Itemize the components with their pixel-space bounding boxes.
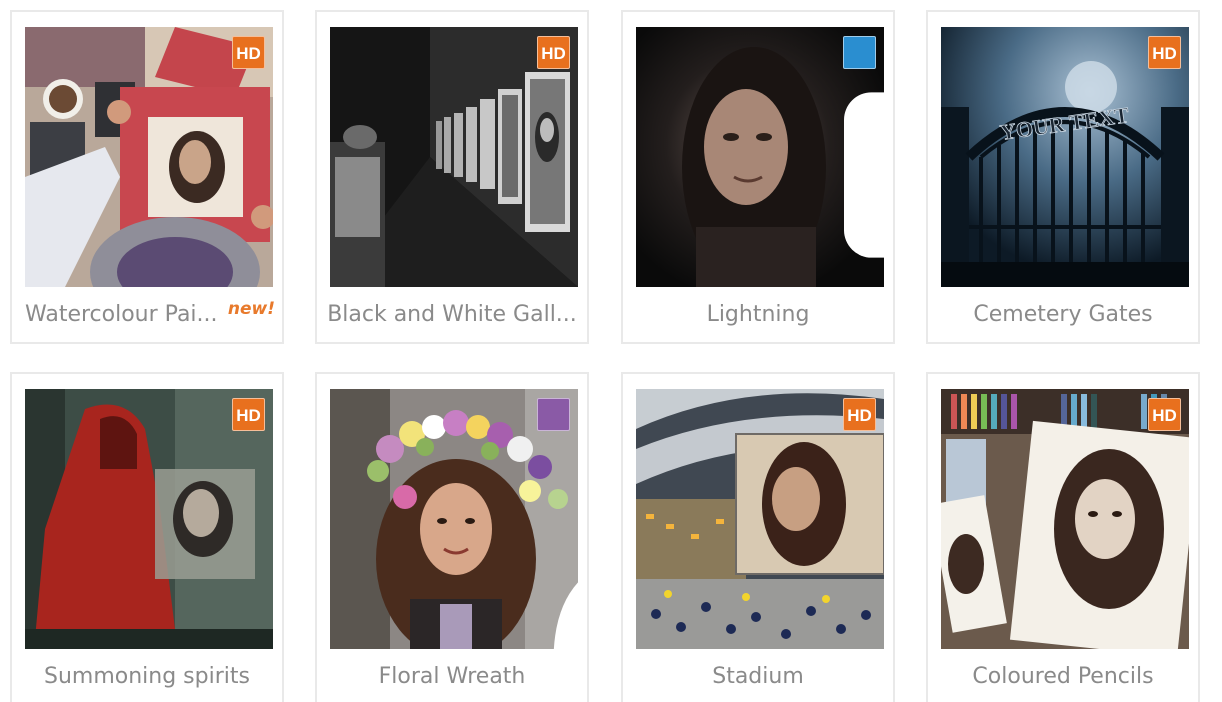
effect-title[interactable]: Summoning spirits (12, 655, 282, 699)
hd-badge: HD (232, 398, 265, 431)
effect-thumbnail[interactable]: HD (941, 389, 1189, 649)
effect-title[interactable]: Cemetery Gates (928, 293, 1198, 337)
effect-card-summoning-spirits[interactable]: HD Summoning spirits (10, 372, 284, 702)
effect-title[interactable]: Floral Wreath (317, 655, 587, 699)
effect-title[interactable]: Coloured Pencils (928, 655, 1198, 699)
hd-badge: HD (537, 36, 570, 69)
video-badge (843, 36, 884, 258)
effect-thumbnail[interactable]: HD (25, 27, 273, 287)
effect-thumbnail[interactable] (330, 389, 578, 649)
portrait-badge (537, 398, 578, 649)
effect-card-black-and-white-gallery[interactable]: HD Black and White Gall... (315, 10, 589, 344)
effects-gallery-grid: HD Watercolour Pai... new! HD Black and … (0, 0, 1222, 702)
effect-thumbnail[interactable]: HD (330, 27, 578, 287)
effect-card-stadium[interactable]: HD Stadium (621, 372, 895, 702)
hd-badge: HD (1148, 398, 1181, 431)
hd-badge: HD (843, 398, 876, 431)
effect-title[interactable]: Stadium (623, 655, 893, 699)
new-tag: new! (227, 299, 275, 319)
hd-badge: HD (1148, 36, 1181, 69)
effect-card-lightning[interactable]: Lightning (621, 10, 895, 344)
effect-thumbnail[interactable]: HD (636, 389, 884, 649)
effect-card-cemetery-gates[interactable]: YOUR TEXT HD Cemetery Gates (926, 10, 1200, 344)
effect-card-watercolour[interactable]: HD Watercolour Pai... new! (10, 10, 284, 344)
video-camera-icon (844, 92, 884, 258)
effect-thumbnail[interactable] (636, 27, 884, 287)
person-icon (553, 582, 578, 649)
effect-card-floral-wreath[interactable]: Floral Wreath (315, 372, 589, 702)
effect-title[interactable]: Lightning (623, 293, 893, 337)
effect-card-coloured-pencils[interactable]: HD Coloured Pencils (926, 372, 1200, 702)
effect-thumbnail[interactable]: YOUR TEXT HD (941, 27, 1189, 287)
effect-title[interactable]: Black and White Gall... (317, 293, 587, 337)
effect-thumbnail[interactable]: HD (25, 389, 273, 649)
hd-badge: HD (232, 36, 265, 69)
